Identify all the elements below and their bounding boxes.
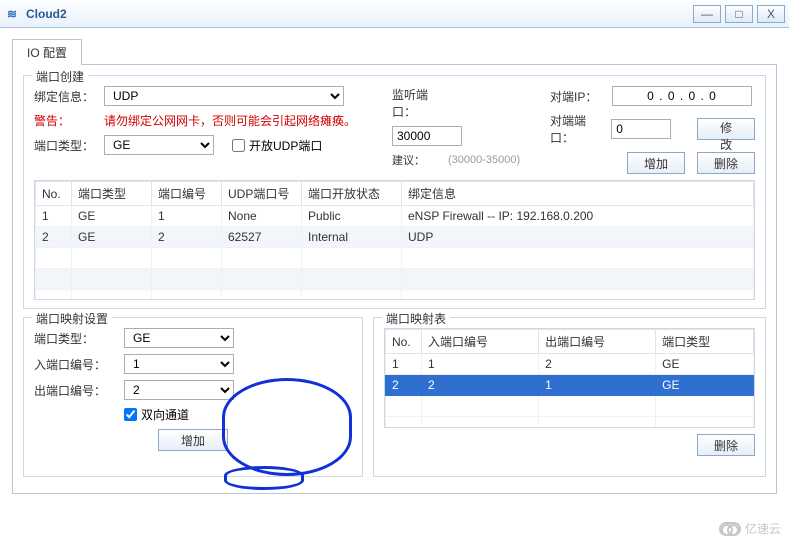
listen-port-input[interactable] xyxy=(392,126,462,146)
bidir-label: 双向通道 xyxy=(141,406,189,423)
th-udp: UDP端口号 xyxy=(222,182,302,206)
table-row[interactable]: 1GE1NonePubliceNSP Firewall -- IP: 192.1… xyxy=(36,206,754,227)
mth-in: 入端口编号 xyxy=(422,330,539,354)
in-port-label: 入端口编号： xyxy=(34,356,124,373)
bidir-checkbox[interactable] xyxy=(124,408,137,421)
table-row[interactable]: 221GE xyxy=(386,375,754,396)
mapping-table[interactable]: No. 入端口编号 出端口编号 端口类型 112GE221GE xyxy=(385,329,754,428)
titlebar: ≋ Cloud2 — □ X xyxy=(0,0,789,28)
suggest-range: (30000-35000) xyxy=(448,154,520,166)
cell: None xyxy=(222,206,302,227)
map-port-type-select[interactable]: GE xyxy=(124,328,234,348)
open-udp-label: 开放UDP端口 xyxy=(249,137,322,154)
cell: 62527 xyxy=(222,227,302,248)
peer-port-label: 对端端口： xyxy=(550,112,605,146)
cell: 1 xyxy=(152,206,222,227)
group-map-table: 端口映射表 No. 入端口编号 出端口编号 端口类型 112GE221GE xyxy=(373,317,766,477)
cell: UDP xyxy=(402,227,754,248)
th-no: No. xyxy=(36,182,72,206)
cell: 1 xyxy=(422,354,539,375)
open-udp-checkbox-wrap[interactable]: 开放UDP端口 xyxy=(232,137,322,154)
bidir-checkbox-wrap[interactable]: 双向通道 xyxy=(124,406,189,423)
tab-strip: IO 配置 xyxy=(12,38,777,64)
warning-label: 警告： xyxy=(34,112,104,129)
port-table[interactable]: No. 端口类型 端口编号 UDP端口号 端口开放状态 绑定信息 1GE1Non… xyxy=(35,181,754,300)
group-title-port-create: 端口创建 xyxy=(32,68,88,85)
cell: GE xyxy=(72,206,152,227)
mth-out: 出端口编号 xyxy=(539,330,656,354)
group-title-map-settings: 端口映射设置 xyxy=(32,310,112,327)
modify-button[interactable]: 修改 xyxy=(697,118,755,140)
app-icon: ≋ xyxy=(4,6,20,22)
add-port-button[interactable]: 增加 xyxy=(627,152,685,174)
cell: Internal xyxy=(302,227,402,248)
mth-no: No. xyxy=(386,330,422,354)
delete-mapping-button[interactable]: 删除 xyxy=(697,434,755,456)
delete-port-button[interactable]: 删除 xyxy=(697,152,755,174)
th-num: 端口编号 xyxy=(152,182,222,206)
cell: 2 xyxy=(152,227,222,248)
cell: 1 xyxy=(386,354,422,375)
mth-type: 端口类型 xyxy=(656,330,754,354)
out-port-select[interactable]: 2 xyxy=(124,380,234,400)
cell: 2 xyxy=(386,375,422,396)
peer-port-input[interactable] xyxy=(611,119,671,139)
cell: Public xyxy=(302,206,402,227)
th-open: 端口开放状态 xyxy=(302,182,402,206)
peer-ip-label: 对端IP： xyxy=(550,88,606,105)
cell: 2 xyxy=(36,227,72,248)
minimize-button[interactable]: — xyxy=(693,5,721,23)
cell: 2 xyxy=(422,375,539,396)
group-map-settings: 端口映射设置 端口类型： GE 入端口编号： 1 出端口编号： 2 xyxy=(23,317,363,477)
bind-info-select[interactable]: UDP xyxy=(104,86,344,106)
suggest-label: 建议： xyxy=(392,152,448,168)
th-bind: 绑定信息 xyxy=(402,182,754,206)
cell: GE xyxy=(72,227,152,248)
out-port-label: 出端口编号： xyxy=(34,382,124,399)
close-button[interactable]: X xyxy=(757,5,785,23)
cell: GE xyxy=(656,375,754,396)
cell: GE xyxy=(656,354,754,375)
table-row[interactable]: 112GE xyxy=(386,354,754,375)
peer-ip-input[interactable]: 0 . 0 . 0 . 0 xyxy=(612,86,752,106)
port-type-label: 端口类型： xyxy=(34,137,104,154)
tab-io-config[interactable]: IO 配置 xyxy=(12,39,82,65)
in-port-select[interactable]: 1 xyxy=(124,354,234,374)
open-udp-checkbox[interactable] xyxy=(232,139,245,152)
cell: eNSP Firewall -- IP: 192.168.0.200 xyxy=(402,206,754,227)
bind-info-label: 绑定信息： xyxy=(34,88,104,105)
window-title: Cloud2 xyxy=(26,7,689,21)
th-type: 端口类型 xyxy=(72,182,152,206)
table-row[interactable]: 2GE262527InternalUDP xyxy=(36,227,754,248)
add-mapping-button[interactable]: 增加 xyxy=(158,429,228,451)
listen-port-label: 监听端口： xyxy=(392,86,448,120)
warning-text: 请勿绑定公网网卡，否则可能会引起网络瘫痪。 xyxy=(104,112,356,129)
cell: 1 xyxy=(36,206,72,227)
group-port-create: 端口创建 绑定信息： UDP 警告： 请勿绑定公网网卡，否则可能会引起网络瘫痪。 xyxy=(23,75,766,309)
port-type-select[interactable]: GE xyxy=(104,135,214,155)
watermark: 亿速云 xyxy=(719,520,781,537)
maximize-button[interactable]: □ xyxy=(725,5,753,23)
group-title-map-table: 端口映射表 xyxy=(382,310,450,327)
cell: 2 xyxy=(539,354,656,375)
map-port-type-label: 端口类型： xyxy=(34,330,124,347)
cell: 1 xyxy=(539,375,656,396)
watermark-icon xyxy=(719,522,741,536)
